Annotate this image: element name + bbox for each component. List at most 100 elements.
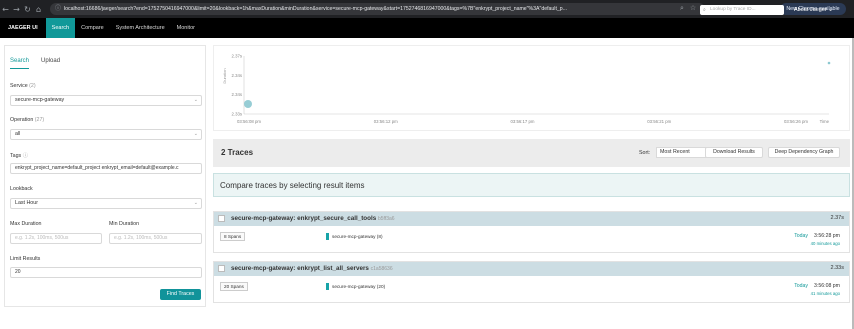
compare-banner-text: Compare traces by selecting result items — [220, 181, 365, 190]
zoom-icon[interactable]: ⌕ — [680, 4, 684, 13]
trace-header[interactable]: secure-mcp-gateway: enkrypt_secure_call_… — [214, 212, 849, 226]
service-color-swatch — [326, 233, 329, 240]
nav-search[interactable]: Search — [45, 18, 76, 38]
chevron-down-icon: ⌄ — [828, 7, 833, 13]
chevron-down-icon: ⌄ — [193, 200, 198, 206]
tags-input[interactable]: enkrypt_project_name=default_project enk… — [10, 163, 202, 174]
tags-label: Tags ⓘ — [10, 151, 28, 159]
jaeger-logo[interactable]: JAEGER UI — [0, 25, 46, 31]
operation-value: all — [15, 131, 21, 137]
trace-time: 3:56:28 pm — [814, 233, 840, 239]
x-tick-label: 03:56:17 pm — [511, 119, 535, 124]
y-tick-label: 2.33s — [231, 112, 242, 117]
service-count: (2) — [29, 83, 36, 89]
search-icon: ⌕ — [703, 7, 706, 13]
deep-dependency-graph-button[interactable]: Deep Dependency Graph — [768, 147, 840, 158]
reload-icon[interactable]: ↻ — [22, 5, 33, 14]
trace-compare-checkbox[interactable] — [218, 215, 225, 222]
download-results-button[interactable]: Download Results — [705, 147, 763, 158]
operation-count: (27) — [34, 117, 45, 123]
trace-id: c1a58636 — [370, 266, 393, 272]
max-duration-placeholder: e.g. 1.2s, 100ms, 500us — [15, 235, 69, 241]
nav-system-architecture[interactable]: System Architecture — [110, 18, 171, 38]
site-info-icon[interactable]: ⓘ — [55, 3, 61, 15]
min-duration-placeholder: e.g. 1.2s, 100ms, 500us — [114, 235, 168, 241]
lookback-value: Last Hour — [15, 200, 38, 206]
bookmark-star-icon[interactable]: ☆ — [690, 4, 696, 13]
trace-start-time: Today 3:56:08 pm — [794, 283, 840, 289]
service-tag-label: secure-mcp-gateway (8) — [332, 234, 383, 239]
service-tag: secure-mcp-gateway (20) — [326, 282, 385, 291]
x-axis-label: Time — [820, 119, 830, 124]
results-header: 2 Traces Sort: Most Recent ⌄ Download Re… — [213, 139, 850, 167]
jaeger-navbar: JAEGER UI Search Compare System Architec… — [0, 18, 854, 38]
trace-relative-time: 41 minutes ago — [810, 291, 840, 296]
x-tick-label: 03:56:12 pm — [374, 119, 398, 124]
service-label-text: Service — [10, 83, 28, 89]
tags-value: enkrypt_project_name=default_project enk… — [15, 165, 179, 171]
url-text: localhost:16686/jaeger/search?end=175275… — [64, 6, 567, 12]
address-bar[interactable]: ⓘ localhost:16686/jaeger/search?end=1752… — [50, 3, 705, 15]
span-count-badge: 20 Spans — [220, 282, 248, 291]
x-tick-label: 03:56:08 pm — [237, 119, 261, 124]
chevron-down-icon: ⌄ — [193, 131, 198, 137]
limit-results-label: Limit Results — [10, 256, 41, 262]
max-duration-input[interactable]: e.g. 1.2s, 100ms, 500us — [10, 233, 102, 244]
trace-compare-checkbox[interactable] — [218, 265, 225, 272]
help-icon[interactable]: ⓘ — [23, 153, 28, 159]
limit-results-input[interactable]: 20 — [10, 267, 202, 278]
x-tick-label: 03:56:21 pm — [647, 119, 671, 124]
service-select[interactable]: secure-mcp-gateway ⌄ — [10, 95, 202, 106]
trace-point — [827, 61, 831, 65]
trace-name: secure-mcp-gateway: enkrypt_secure_call_… — [231, 215, 377, 222]
trace-item[interactable]: secure-mcp-gateway: enkrypt_secure_call_… — [213, 211, 850, 253]
trace-id: b5ff3a6 — [378, 216, 395, 222]
operation-label-text: Operation — [10, 117, 34, 123]
home-icon[interactable]: ⌂ — [33, 5, 44, 14]
trace-duration: 2.33s — [830, 265, 844, 271]
compare-banner: Compare traces by selecting result items — [213, 173, 850, 197]
chevron-down-icon: ⌄ — [193, 97, 198, 103]
sort-value: Most Recent — [660, 149, 690, 155]
trace-item[interactable]: secure-mcp-gateway: enkrypt_list_all_ser… — [213, 261, 850, 303]
tab-search[interactable]: Search — [10, 58, 30, 69]
service-color-swatch — [326, 283, 329, 290]
back-icon[interactable]: ← — [0, 5, 11, 14]
nav-monitor[interactable]: Monitor — [171, 18, 201, 38]
max-duration-label: Max Duration — [10, 221, 42, 227]
find-traces-button[interactable]: Find Traces — [160, 289, 201, 300]
service-value: secure-mcp-gateway — [15, 97, 65, 103]
lookback-label: Lookback — [10, 186, 33, 192]
trace-day: Today — [794, 283, 809, 289]
trace-point — [244, 100, 252, 108]
trace-header[interactable]: secure-mcp-gateway: enkrypt_list_all_ser… — [214, 262, 849, 276]
operation-select[interactable]: all ⌄ — [10, 129, 202, 140]
about-jaeger-menu[interactable]: About Jaeger ⌄ — [794, 0, 833, 20]
tab-upload[interactable]: Upload — [41, 58, 60, 69]
trace-time: 3:56:08 pm — [814, 283, 840, 289]
min-duration-input[interactable]: e.g. 1.2s, 100ms, 500us — [109, 233, 202, 244]
about-jaeger-label: About Jaeger — [794, 7, 827, 13]
y-axis-label: Duration — [222, 68, 227, 83]
trace-id-lookup-input[interactable]: ⌕ Lookup by Trace ID... — [700, 5, 784, 15]
search-tabs: Search Upload — [10, 58, 60, 69]
y-tick-label: 2.37s — [231, 54, 242, 59]
lookback-select[interactable]: Last Hour ⌄ — [10, 198, 202, 209]
sort-label: Sort: — [639, 150, 651, 156]
span-count-badge: 8 Spans — [220, 232, 246, 241]
trace-title[interactable]: secure-mcp-gateway: enkrypt_list_all_ser… — [231, 265, 393, 272]
limit-value: 20 — [15, 269, 21, 275]
trace-title[interactable]: secure-mcp-gateway: enkrypt_secure_call_… — [231, 215, 395, 222]
min-duration-label: Min Duration — [109, 221, 140, 227]
scatter-svg: 2.37s 2.34s 2.34s 2.33s Duration 03:56:08 pm 0… — [222, 54, 831, 124]
x-tick-label: 03:56:26 pm — [784, 119, 808, 124]
nav-compare[interactable]: Compare — [75, 18, 110, 38]
operation-label: Operation (27) — [10, 117, 44, 123]
trace-start-time: Today 3:56:28 pm — [794, 233, 840, 239]
trace-name: secure-mcp-gateway: enkrypt_list_all_ser… — [231, 265, 369, 272]
forward-icon[interactable]: → — [11, 5, 22, 14]
trace-scatter-plot: 2.37s 2.34s 2.34s 2.33s Duration 03:56:08 pm 0… — [213, 45, 850, 131]
y-tick-label: 2.34s — [231, 73, 242, 78]
y-tick-label: 2.34s — [231, 92, 242, 97]
service-label: Service (2) — [10, 83, 36, 89]
